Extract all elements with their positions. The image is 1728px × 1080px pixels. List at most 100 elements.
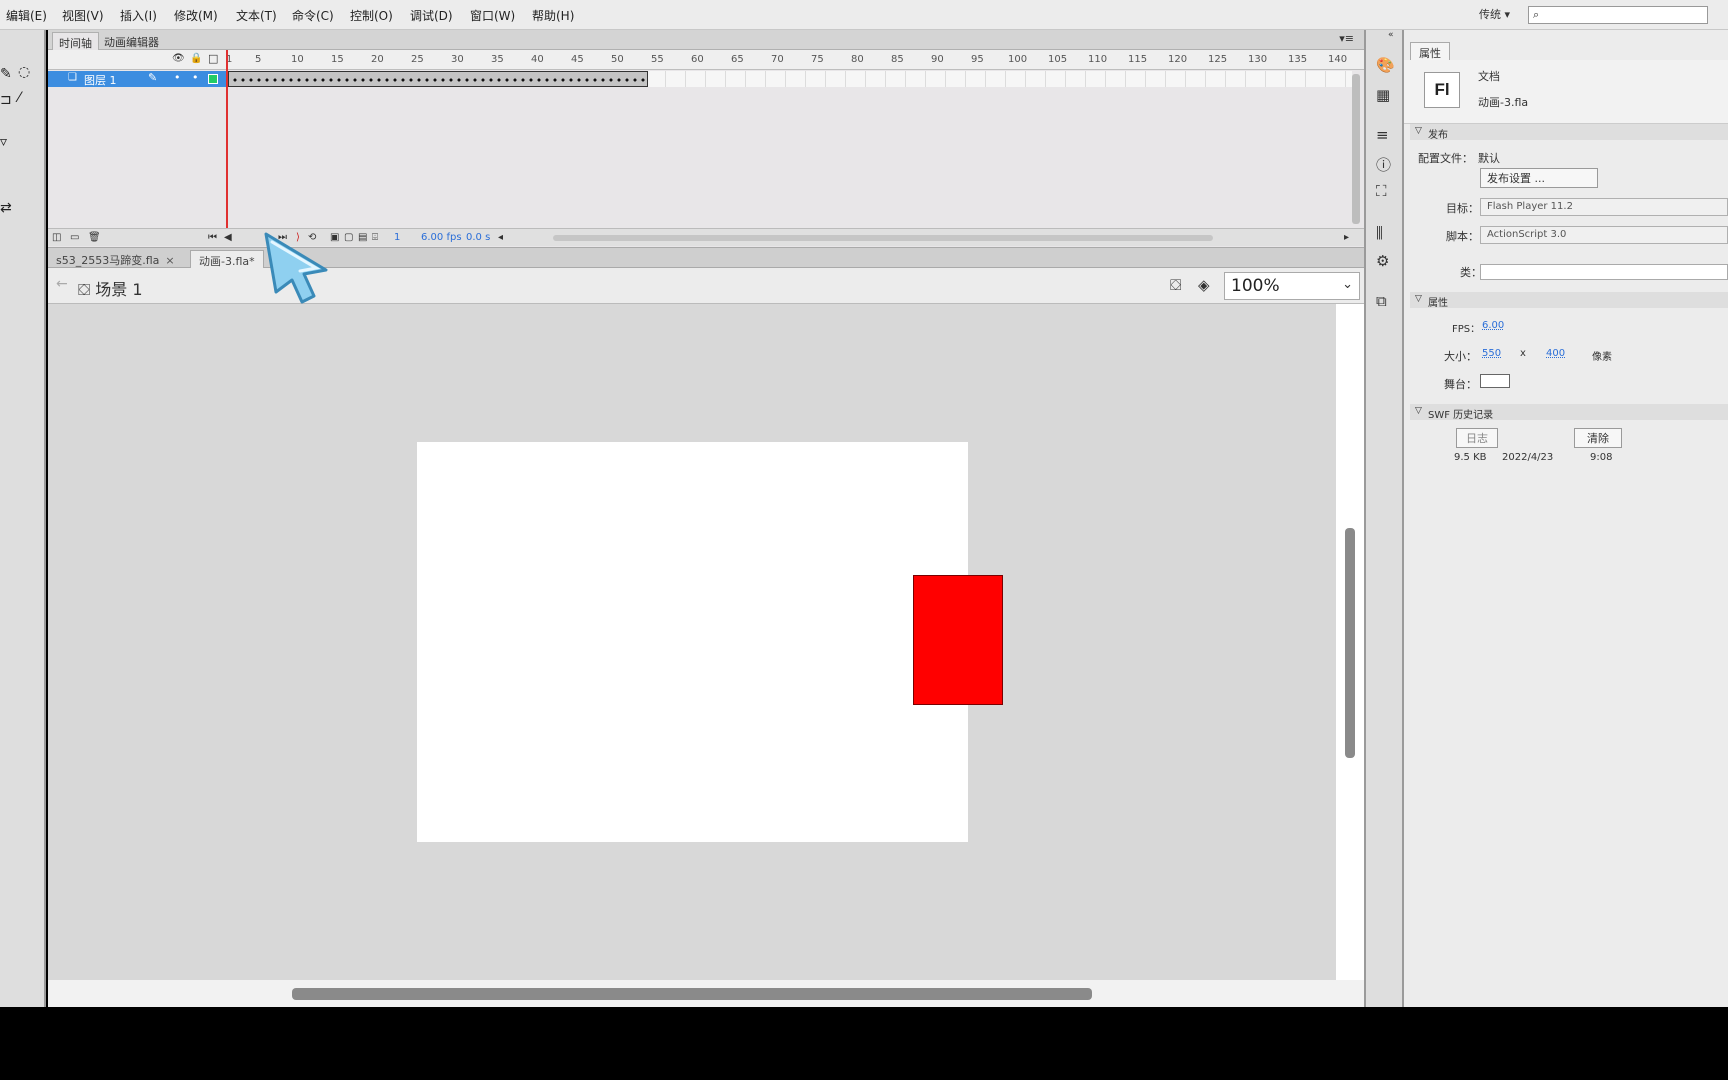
profile-value: 默认 bbox=[1478, 152, 1500, 165]
eyedropper-icon[interactable]: ⁄ bbox=[18, 90, 20, 106]
doc-tab-animation[interactable]: 动画-3.fla* bbox=[190, 250, 264, 268]
ruler-label: 95 bbox=[971, 54, 984, 65]
new-layer-icon[interactable]: ◫ bbox=[52, 232, 61, 243]
stage-vertical-scrollbar[interactable] bbox=[1345, 528, 1355, 758]
swf-history-section-header[interactable]: ▽ SWF 历史记录 bbox=[1410, 404, 1728, 421]
ruler-label: 35 bbox=[491, 54, 504, 65]
keyframe-span[interactable] bbox=[228, 71, 648, 87]
stage-horizontal-scrollbar[interactable] bbox=[292, 988, 1092, 1000]
document-tabs: s53_2553马蹄变.fla × 动画-3.fla* bbox=[48, 248, 1364, 268]
pasteboard[interactable] bbox=[48, 304, 1336, 980]
lock-dot-icon[interactable]: • bbox=[192, 71, 199, 84]
ruler-label: 110 bbox=[1088, 54, 1108, 65]
help-search-input[interactable]: ⌕ bbox=[1528, 6, 1708, 24]
script-select[interactable]: ActionScript 3.0 bbox=[1480, 226, 1728, 244]
outline-icon[interactable]: □ bbox=[208, 52, 218, 65]
menu-bar: 编辑(E) 视图(V) 插入(I) 修改(M) 文本(T) 命令(C) 控制(O… bbox=[0, 0, 1728, 30]
back-arrow-icon[interactable]: ← bbox=[56, 276, 68, 292]
stage-width[interactable]: 550 bbox=[1482, 348, 1501, 359]
playhead[interactable] bbox=[226, 50, 228, 228]
edit-scene-icon[interactable]: ⛋ bbox=[1170, 276, 1181, 294]
size-label: 大小： bbox=[1444, 350, 1477, 363]
edit-symbols-icon[interactable]: ◈ bbox=[1198, 276, 1210, 294]
menu-insert[interactable]: 插入(I) bbox=[120, 7, 157, 24]
delete-layer-icon[interactable]: 🗑 bbox=[88, 232, 101, 243]
tab-timeline[interactable]: 时间轴 bbox=[52, 32, 99, 50]
collapse-icon[interactable]: « bbox=[1388, 30, 1394, 40]
menu-control[interactable]: 控制(O) bbox=[350, 7, 393, 24]
scroll-right-icon[interactable]: ▸ bbox=[1344, 232, 1349, 243]
modify-markers-icon[interactable]: ⌹ bbox=[372, 232, 378, 243]
stage-height[interactable]: 400 bbox=[1546, 348, 1565, 359]
edit-multiple-icon[interactable]: ▤ bbox=[358, 232, 367, 243]
library-icon[interactable]: ⫼ bbox=[1376, 224, 1383, 242]
zoom-select[interactable]: 100% ⌄ bbox=[1224, 272, 1360, 300]
close-icon[interactable]: × bbox=[165, 254, 174, 267]
show-hide-icon[interactable]: 👁 bbox=[172, 53, 185, 64]
frame-rate[interactable]: 6.00 fps bbox=[421, 232, 462, 243]
fps-value[interactable]: 6.00 bbox=[1482, 320, 1504, 331]
panel-menu-icon[interactable]: ▾≡ bbox=[1339, 32, 1354, 45]
log-button[interactable]: 日志 bbox=[1456, 428, 1498, 448]
info-icon[interactable]: ⓘ bbox=[1376, 154, 1391, 175]
menu-edit[interactable]: 编辑(E) bbox=[6, 7, 47, 24]
timeline-vertical-scrollbar[interactable] bbox=[1352, 74, 1360, 224]
panel-icon-strip: « 🎨 ▦ ≡ ⓘ ⛶ ⫼ ⚙ ⧉ bbox=[1364, 30, 1404, 1007]
red-rectangle-shape[interactable] bbox=[913, 575, 1003, 705]
ruler-label: 125 bbox=[1208, 54, 1228, 65]
scroll-left-icon[interactable]: ◂ bbox=[498, 232, 503, 243]
ruler-label: 120 bbox=[1168, 54, 1188, 65]
visibility-dot-icon[interactable]: • bbox=[174, 71, 181, 84]
workspace-switcher[interactable]: 传统 ▾ bbox=[1479, 6, 1510, 22]
frame-ruler[interactable]: 👁 🔒 □ 1 5 10 15 20 25 30 35 40 45 50 55 … bbox=[48, 50, 1364, 70]
motion-presets-icon[interactable]: ⧉ bbox=[1376, 292, 1387, 310]
section-title: 发布 bbox=[1428, 130, 1448, 141]
stage[interactable] bbox=[417, 442, 1003, 842]
doc-tab-s53[interactable]: s53_2553马蹄变.fla × bbox=[48, 250, 183, 268]
color-panel-icon[interactable]: 🎨 bbox=[1376, 56, 1395, 74]
publish-settings-button[interactable]: 发布设置 ... bbox=[1480, 168, 1598, 188]
current-frame[interactable]: 1 bbox=[394, 232, 400, 243]
timeline-horizontal-scrollbar[interactable] bbox=[553, 235, 1213, 241]
tab-motion-editor[interactable]: 动画编辑器 bbox=[98, 32, 165, 50]
doc-type: 文档 bbox=[1478, 70, 1500, 83]
menu-window[interactable]: 窗口(W) bbox=[470, 7, 515, 24]
clear-button[interactable]: 清除 bbox=[1574, 428, 1622, 448]
profile-label: 配置文件： bbox=[1418, 152, 1473, 165]
menu-view[interactable]: 视图(V) bbox=[62, 7, 104, 24]
menu-modify[interactable]: 修改(M) bbox=[174, 7, 218, 24]
layer-name[interactable]: 图层 1 bbox=[84, 72, 117, 88]
flash-document-icon: Fl bbox=[1424, 72, 1460, 108]
ruler-label: 130 bbox=[1248, 54, 1268, 65]
transform-icon[interactable]: ⛶ bbox=[1376, 182, 1387, 200]
size-unit[interactable]: 像素 bbox=[1592, 348, 1612, 363]
swap-colors-icon[interactable]: ⇄ bbox=[0, 200, 12, 216]
lasso-icon[interactable]: ◌ bbox=[18, 64, 30, 80]
properties-section-header[interactable]: ▽ 属性 bbox=[1410, 292, 1728, 309]
menu-help[interactable]: 帮助(H) bbox=[532, 7, 574, 24]
stage-color-swatch[interactable] bbox=[1480, 374, 1510, 388]
class-input[interactable] bbox=[1480, 264, 1728, 280]
components-icon[interactable]: ⚙ bbox=[1376, 252, 1389, 270]
pen-icon[interactable]: ✎ bbox=[0, 66, 12, 82]
menu-commands[interactable]: 命令(C) bbox=[292, 7, 334, 24]
paint-bucket-icon[interactable]: ⊐ bbox=[0, 92, 12, 108]
new-folder-icon[interactable]: ▭ bbox=[70, 232, 79, 243]
ruler-label: 100 bbox=[1008, 54, 1028, 65]
scene-breadcrumb[interactable]: ⛋ 场景 1 bbox=[78, 276, 143, 300]
pencil-icon[interactable]: ▿ bbox=[0, 134, 7, 150]
lock-icon[interactable]: 🔒 bbox=[190, 53, 202, 64]
publish-section-header[interactable]: ▽ 发布 bbox=[1410, 124, 1728, 141]
swatches-icon[interactable]: ▦ bbox=[1376, 86, 1390, 104]
menu-debug[interactable]: 调试(D) bbox=[410, 7, 453, 24]
menu-text[interactable]: 文本(T) bbox=[236, 7, 277, 24]
layer-row[interactable]: ❑ 图层 1 ✎ • • bbox=[48, 71, 1364, 87]
expand-triangle-icon: ▽ bbox=[1415, 406, 1422, 416]
go-first-frame-icon[interactable]: ⏮ bbox=[208, 232, 217, 243]
align-icon[interactable]: ≡ bbox=[1376, 126, 1389, 144]
layer-color-swatch[interactable] bbox=[208, 74, 218, 84]
step-back-icon[interactable]: ◀ bbox=[224, 232, 232, 243]
target-select[interactable]: Flash Player 11.2 bbox=[1480, 198, 1728, 216]
layer-header[interactable]: ❑ 图层 1 ✎ • • bbox=[48, 71, 226, 87]
onion-outline-icon[interactable]: ▢ bbox=[344, 232, 353, 243]
